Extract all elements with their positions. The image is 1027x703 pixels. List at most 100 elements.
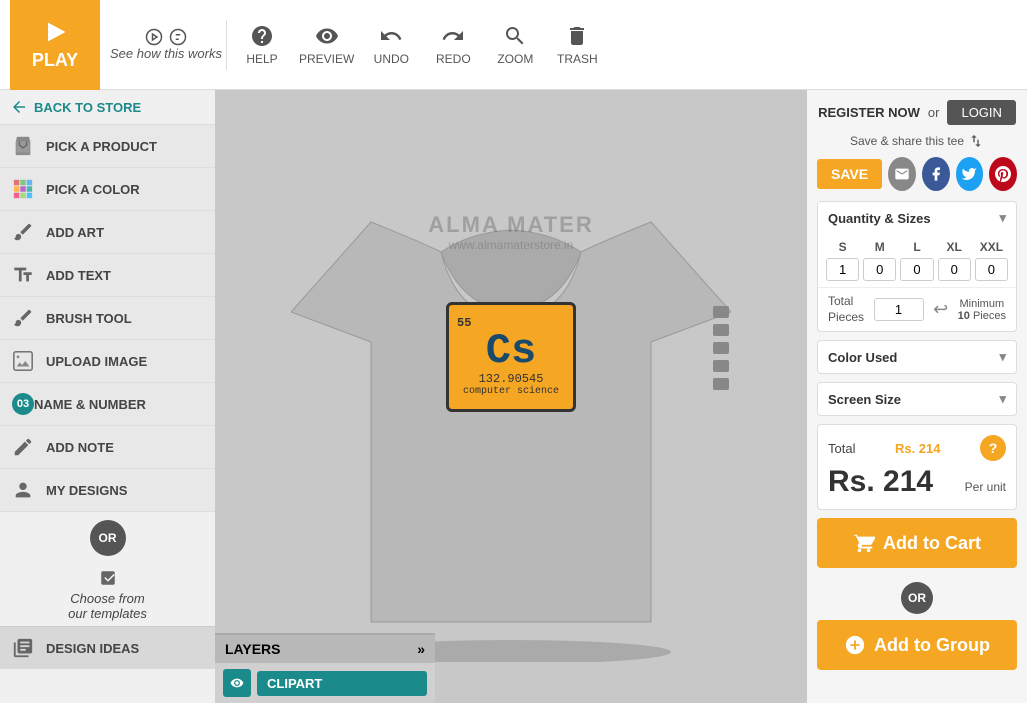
help-price-icon[interactable]: ? [980, 435, 1006, 461]
total-amount: Rs. 214 [895, 441, 941, 456]
size-xxl-input[interactable] [975, 258, 1008, 281]
screen-size-title: Screen Size [828, 392, 901, 407]
screen-size-section: Screen Size ▾ [817, 382, 1017, 416]
size-xl-label: XL [938, 240, 971, 254]
layers-title: LAYERS [225, 641, 281, 657]
zoom-label: ZOOM [497, 52, 533, 66]
sidebar-item-add-note[interactable]: ADD NOTE [0, 426, 215, 469]
resize-handle-mid3[interactable] [713, 360, 729, 372]
social-actions: SAVE [817, 157, 1017, 191]
right-panel: REGISTER NOW or LOGIN Save & share this … [807, 90, 1027, 703]
add-to-cart-button[interactable]: Add to Cart [817, 518, 1017, 568]
layers-expand-icon[interactable]: » [417, 641, 425, 657]
login-button[interactable]: LOGIN [947, 100, 1015, 125]
color-used-section: Color Used ▾ [817, 340, 1017, 374]
sidebar-item-brush-tool[interactable]: BRUSH TOOL [0, 297, 215, 340]
layers-header: LAYERS » [215, 635, 435, 663]
sidebar-item-pick-product[interactable]: PICK A PRODUCT [0, 125, 215, 168]
total-line: Total Rs. 214 ? [828, 435, 1006, 461]
element-number: 55 [457, 316, 471, 330]
choose-templates-label: Choose fromour templates [68, 591, 147, 621]
total-pieces-row: TotalPieces ↩ Minimum10 Pieces [818, 287, 1016, 331]
zoom-tool[interactable]: ZOOM [490, 24, 540, 66]
sidebar-item-brush-tool-label: BRUSH TOOL [46, 311, 132, 326]
resize-handle-top[interactable] [713, 306, 729, 318]
undo-arrow[interactable]: ↩ [933, 299, 948, 320]
or-badge: OR [901, 582, 933, 614]
quantity-sizes-title: Quantity & Sizes [828, 211, 931, 226]
design-ideas-label: DESIGN IDEAS [46, 641, 139, 656]
element-mass: 132.90545 [479, 372, 544, 386]
add-to-group-button[interactable]: Add to Group [817, 620, 1017, 670]
twitter-share-button[interactable] [956, 157, 984, 191]
quantity-sizes-header[interactable]: Quantity & Sizes ▾ [818, 202, 1016, 234]
trash-label: TRASH [557, 52, 598, 66]
sidebar-item-my-designs-label: MY DESIGNS [46, 483, 127, 498]
help-label: HELP [246, 52, 277, 66]
or-divider: OR [90, 520, 126, 556]
size-s-input[interactable] [826, 258, 859, 281]
sidebar-item-name-number[interactable]: 03 NAME & NUMBER [0, 383, 215, 426]
resize-handle-mid1[interactable] [713, 324, 729, 336]
pinterest-share-button[interactable] [989, 157, 1017, 191]
sidebar-item-upload-image-label: UPLOAD IMAGE [46, 354, 147, 369]
sidebar-item-my-designs[interactable]: MY DESIGNS [0, 469, 215, 512]
sidebar-item-add-art[interactable]: ADD ART [0, 211, 215, 254]
tshirt-container: ALMA MATER www.almamaterstore.in 55 Cs 1… [291, 132, 731, 662]
play-button[interactable]: PLAY [10, 0, 100, 90]
register-button[interactable]: REGISTER NOW [818, 105, 920, 120]
layers-panel: LAYERS » CLIPART [215, 633, 435, 703]
price-currency: Rs. [828, 465, 883, 498]
size-xl-input[interactable] [938, 258, 971, 281]
color-used-header[interactable]: Color Used ▾ [818, 341, 1016, 373]
element-symbol: Cs [486, 330, 536, 372]
top-bar: PLAY See how this works HELP PREVIEW UND… [0, 0, 1027, 90]
redo-tool[interactable]: REDO [428, 24, 478, 66]
size-m-label: M [863, 240, 896, 254]
back-to-store-link[interactable]: BACK TO STORE [0, 90, 215, 125]
size-m-input[interactable] [863, 258, 896, 281]
resize-handles [709, 302, 733, 394]
sidebar-item-upload-image[interactable]: UPLOAD IMAGE [0, 340, 215, 383]
resize-handle-mid2[interactable] [713, 342, 729, 354]
sidebar-item-name-number-label: NAME & NUMBER [34, 397, 146, 412]
sidebar-item-design-ideas[interactable]: DESIGN IDEAS [0, 626, 215, 669]
total-text: Total [828, 441, 855, 456]
size-xxl-label: XXL [975, 240, 1008, 254]
sidebar-item-pick-color-label: PICK A COLOR [46, 182, 140, 197]
redo-label: REDO [436, 52, 471, 66]
add-to-cart-label: Add to Cart [883, 533, 981, 554]
main-content: BACK TO STORE PICK A PRODUCT PICK A COLO… [0, 90, 1027, 703]
quantity-sizes-section: Quantity & Sizes ▾ S M L XL XXL TotalPie… [817, 201, 1017, 332]
sidebar-item-add-art-label: ADD ART [46, 225, 104, 240]
color-used-chevron: ▾ [999, 349, 1006, 365]
save-button[interactable]: SAVE [817, 159, 882, 189]
layer-eye-toggle[interactable] [223, 669, 251, 697]
undo-tool[interactable]: UNDO [366, 24, 416, 66]
facebook-share-button[interactable] [922, 157, 950, 191]
total-pieces-input[interactable] [874, 298, 924, 321]
sidebar-item-pick-product-label: PICK A PRODUCT [46, 139, 157, 154]
clipart-element[interactable]: 55 Cs 132.90545 computer science [446, 302, 576, 412]
help-tool[interactable]: HELP [237, 24, 287, 66]
how-it-works-link[interactable]: See how this works [110, 28, 222, 61]
screen-size-header[interactable]: Screen Size ▾ [818, 383, 1016, 415]
sidebar-item-pick-color[interactable]: PICK A COLOR [0, 168, 215, 211]
email-share-button[interactable] [888, 157, 916, 191]
resize-handle-bottom[interactable] [713, 378, 729, 390]
preview-tool[interactable]: PREVIEW [299, 24, 354, 66]
choose-templates-link[interactable]: Choose fromour templates [0, 564, 215, 626]
play-label: PLAY [32, 50, 78, 71]
preview-label: PREVIEW [299, 52, 354, 66]
trash-tool[interactable]: TRASH [552, 24, 602, 66]
price-big: Rs. 214 [828, 465, 933, 499]
layer-clipart-name[interactable]: CLIPART [257, 671, 427, 696]
price-value: 214 [883, 465, 933, 498]
size-l-input[interactable] [900, 258, 933, 281]
sidebar-item-add-text[interactable]: ADD TEXT [0, 254, 215, 297]
save-share-bar: Save & share this tee [817, 133, 1017, 149]
undo-label: UNDO [374, 52, 409, 66]
element-name: computer science [463, 386, 559, 397]
size-s-label: S [826, 240, 859, 254]
canvas-area: ALMA MATER www.almamaterstore.in 55 Cs 1… [215, 90, 807, 703]
